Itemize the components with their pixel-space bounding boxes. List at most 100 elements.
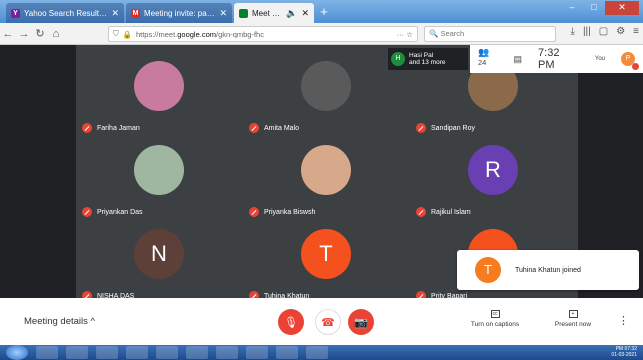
participant-tile: Priyanka Biswsh <box>243 139 409 223</box>
user-avatar[interactable]: P <box>621 52 639 70</box>
back-icon[interactable]: ← <box>0 28 16 40</box>
close-icon[interactable]: ✕ <box>219 8 227 19</box>
participant-name: Rajikul Islam <box>431 208 471 216</box>
meet-controls: Meeting details ^ 🎙 ☎ 📷 cc Turn on captio… <box>0 298 643 345</box>
tab-yahoo-search[interactable]: Y Yahoo Search Results - Web se ✕ <box>6 3 124 23</box>
taskbar-app-icon[interactable] <box>216 346 238 359</box>
meet-icon <box>239 8 248 18</box>
tab-label: Meet - gkn-qmbg-fhc <box>252 8 282 18</box>
windows-taskbar: PM 07:32 01-03-2021 <box>0 345 643 360</box>
participant-name: Fariha Jaman <box>97 124 140 132</box>
notification-text: Tuhina Khatun joined <box>515 266 581 274</box>
taskbar-mail-icon[interactable] <box>246 346 268 359</box>
menu-icon[interactable]: ≡ <box>633 26 639 37</box>
avatar: T <box>301 229 351 279</box>
lock-icon: 🔒 <box>122 29 132 39</box>
taskbar-app-icon[interactable] <box>186 346 208 359</box>
meeting-details-button[interactable]: Meeting details ^ <box>24 316 95 327</box>
avatar <box>301 145 351 195</box>
system-tray-clock: PM 07:32 01-03-2021 <box>611 346 637 358</box>
mic-off-icon <box>249 207 259 217</box>
download-icon[interactable]: ⤓ <box>571 26 575 37</box>
taskbar-pdf-icon[interactable] <box>306 346 328 359</box>
close-icon[interactable]: ✕ <box>111 8 119 19</box>
chat-icon[interactable]: ▤ <box>514 54 523 65</box>
participant-name: Amita Malo <box>264 124 300 132</box>
participant-badge: H <box>391 52 405 66</box>
participant-tile: Priyankan Das <box>76 139 242 223</box>
avatar: N <box>134 229 184 279</box>
page-actions-icon[interactable]: ··· ☆ <box>397 30 413 39</box>
new-tab-button[interactable]: + <box>317 4 331 20</box>
speaker-icon[interactable]: 🔈 <box>286 8 297 19</box>
participant-name: Sandipan Roy <box>431 124 475 132</box>
avatar <box>134 145 184 195</box>
participant-count: 24 <box>478 58 487 67</box>
close-window-button[interactable]: ✕ <box>605 1 639 15</box>
close-icon[interactable]: ✕ <box>301 8 309 19</box>
extension-icon[interactable]: ⚙ <box>616 26 625 37</box>
url-text: https://meet.google.com/gkn-qmbg-fhc <box>135 29 264 39</box>
taskbar-folder-icon[interactable] <box>96 346 118 359</box>
mic-toggle-button[interactable]: 🎙 <box>278 309 304 335</box>
participant-tile: Fariha Jaman <box>76 55 242 139</box>
sidebar-icon[interactable]: ▢ <box>599 26 608 37</box>
more-options-icon[interactable]: ⋮ <box>618 314 629 327</box>
taskbar-browser-icon[interactable] <box>276 346 298 359</box>
yahoo-icon: Y <box>11 8 20 18</box>
join-notification: T Tuhina Khatun joined <box>457 250 639 290</box>
mic-off-icon <box>416 207 426 217</box>
tab-label: Yahoo Search Results - Web se <box>24 8 107 18</box>
participants-preview[interactable]: H Hasi Pal and 13 more <box>388 48 468 70</box>
reload-icon[interactable]: ↻ <box>32 27 48 40</box>
present-icon: + <box>568 310 578 318</box>
captions-button[interactable]: cc Turn on captions <box>460 310 530 328</box>
gmail-icon: M <box>131 8 140 18</box>
avatar: R <box>468 145 518 195</box>
clock: 7:32 PM <box>538 47 560 71</box>
participant-name: Priyanka Biswsh <box>264 208 316 216</box>
url-bar[interactable]: ⛉ 🔒 https://meet.google.com/gkn-qmbg-fhc… <box>108 26 418 42</box>
captions-icon: cc <box>490 310 500 318</box>
taskbar-ie-icon[interactable] <box>36 346 58 359</box>
participant-tile: T Tuhina Khatun <box>243 223 409 307</box>
chevron-up-icon: ^ <box>90 316 96 327</box>
avatar <box>301 61 351 111</box>
leave-call-button[interactable]: ☎ <box>315 309 341 335</box>
toolbar-icons: ⤓ ||| ▢ ⚙ ≡ <box>571 26 639 37</box>
meet-stage: Fariha Jaman Amita Malo Sandipan Roy Pri… <box>0 45 643 301</box>
tab-meet[interactable]: Meet - gkn-qmbg-fhc 🔈 ✕ <box>234 3 314 23</box>
mic-off-icon <box>249 123 259 133</box>
taskbar-app-icon[interactable] <box>156 346 178 359</box>
camera-toggle-button[interactable]: 📷 <box>348 309 374 335</box>
browser-navbar: ← → ↻ ⌂ ⛉ 🔒 https://meet.google.com/gkn-… <box>0 23 643 45</box>
participants-more: and 13 more <box>409 59 446 66</box>
present-button[interactable]: + Present now <box>538 310 608 328</box>
tab-label: Meeting invite: paban ghosh is <box>144 8 216 18</box>
start-button[interactable] <box>6 345 28 360</box>
participant-tile: R Rajikul Islam <box>410 139 576 223</box>
window-controls: – □ ✕ <box>561 1 639 15</box>
shield-icon: ⛉ <box>113 29 119 38</box>
mic-off-icon <box>82 123 92 133</box>
participant-tile: Amita Malo <box>243 55 409 139</box>
people-button[interactable]: 👥24 <box>478 47 498 71</box>
participant-tile: N NISHA DAS <box>76 223 242 307</box>
you-label: You <box>594 56 606 62</box>
minimize-button[interactable]: – <box>561 1 583 15</box>
maximize-button[interactable]: □ <box>583 1 605 15</box>
participant-name: Priyankan Das <box>97 208 143 216</box>
browser-tabstrip: Y Yahoo Search Results - Web se ✕ M Meet… <box>0 0 643 23</box>
forward-icon[interactable]: → <box>16 28 32 40</box>
mic-off-icon <box>416 123 426 133</box>
library-icon[interactable]: ||| <box>583 26 591 37</box>
meet-topbar: 👥24 ▤ 7:32 PM You P <box>470 45 643 73</box>
home-icon[interactable]: ⌂ <box>48 28 64 40</box>
tab-meeting-invite[interactable]: M Meeting invite: paban ghosh is ✕ <box>126 3 232 23</box>
participants-name: Hasi Pal <box>409 52 434 59</box>
taskbar-app-icon[interactable] <box>126 346 148 359</box>
search-input[interactable]: 🔍 Search <box>424 26 556 42</box>
avatar <box>134 61 184 111</box>
mic-off-icon <box>82 207 92 217</box>
taskbar-media-icon[interactable] <box>66 346 88 359</box>
